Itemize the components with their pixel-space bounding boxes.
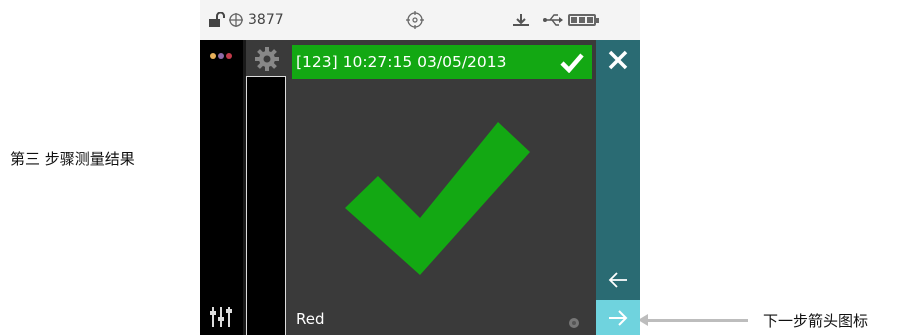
target-icon [405,10,425,30]
indicator-dot-icon [568,314,580,328]
close-icon [608,50,628,70]
arrow-left-icon [608,272,627,288]
battery-icon [568,10,599,30]
color-dots-icon[interactable] [210,53,232,59]
download-icon [512,10,530,30]
close-button[interactable] [596,40,640,80]
color-name-label: Red [296,310,325,328]
gear-icon[interactable] [252,44,282,74]
crosshair-icon [228,10,244,30]
settings-sliders-icon[interactable] [209,305,233,329]
arrow-right-icon [609,309,628,326]
next-button[interactable] [596,300,640,335]
annotation-arrow-right [638,314,748,326]
pass-checkmark-icon [340,118,530,278]
back-button[interactable] [596,260,640,300]
next-arrow-annotation: 下一步箭头图标 [763,312,869,330]
usb-icon [542,10,564,30]
result-title: [123] 10:27:15 03/05/2013 [296,53,507,71]
sample-thumbnail[interactable] [246,76,286,335]
thumbnail-column [246,40,288,335]
left-toolbar [200,40,243,335]
checkmark-icon [560,51,584,74]
measurement-count: 3877 [248,12,284,28]
step-three-annotation: 第三 步骤测量结果 [10,150,135,168]
device-screen: 3877 [123] 10:27:15 03/05/2013 Red [200,0,640,335]
unlock-icon [208,10,226,30]
result-title-bar: [123] 10:27:15 03/05/2013 [292,45,592,79]
status-bar: 3877 [200,0,640,40]
right-nav-column [596,40,640,335]
